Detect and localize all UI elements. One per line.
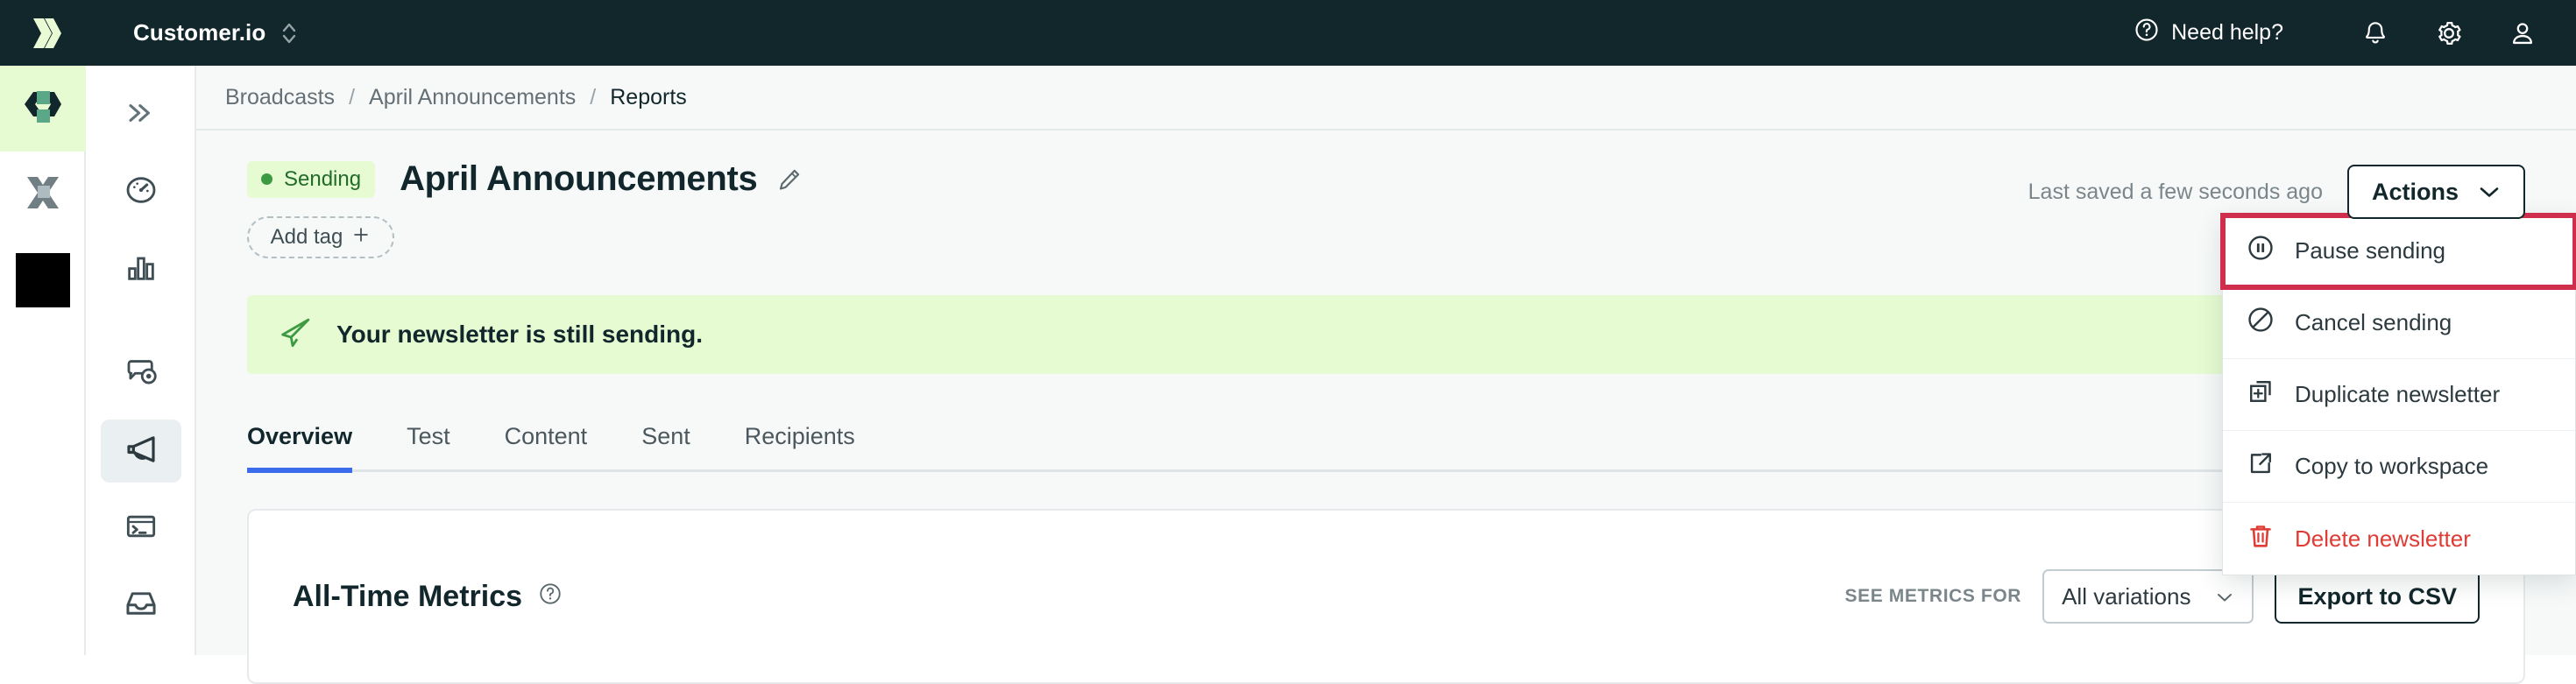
square-icon (16, 253, 70, 307)
actions-dropdown-menu: Pause sending Cancel sending Duplicate n… (2220, 213, 2576, 575)
pencil-icon[interactable] (776, 166, 803, 193)
tab-content[interactable]: Content (505, 423, 588, 473)
need-help-label: Need help? (2171, 20, 2283, 45)
user-icon[interactable] (2497, 8, 2548, 59)
menu-item-copy-to-workspace[interactable]: Copy to workspace (2223, 431, 2575, 503)
paper-plane-icon (277, 314, 314, 356)
variation-select[interactable]: All variations (2042, 569, 2254, 624)
nav-collapse-button[interactable] (86, 76, 196, 153)
nav-data[interactable] (86, 490, 196, 567)
menu-item-label: Pause sending (2295, 237, 2446, 264)
nav-divider-gap (86, 307, 195, 335)
main-area: Broadcasts / April Announcements / Repor… (196, 66, 2576, 684)
page-title-line: Sending April Announcements (247, 159, 803, 199)
breadcrumb-item-broadcasts[interactable]: Broadcasts (225, 85, 335, 110)
customerio-mark-icon (18, 85, 68, 133)
nav-broadcasts[interactable] (86, 413, 196, 490)
page-title: April Announcements (400, 159, 758, 198)
page-header-right: Last saved a few seconds ago Actions (2028, 159, 2525, 219)
ban-icon (2246, 305, 2275, 341)
add-tag-button[interactable]: Add tag (247, 216, 394, 258)
menu-item-delete-newsletter[interactable]: Delete newsletter (2223, 503, 2575, 575)
actions-label: Actions (2371, 178, 2459, 205)
card-title-group: All-Time Metrics (293, 580, 563, 614)
workspace-customerio[interactable] (0, 66, 86, 152)
question-circle-icon (2134, 17, 2160, 49)
tab-test[interactable]: Test (407, 423, 450, 473)
actions-button[interactable]: Actions (2346, 165, 2525, 219)
nav-dashboard[interactable] (86, 153, 196, 230)
nav-analytics[interactable] (86, 230, 196, 307)
nav-inbox[interactable] (86, 567, 196, 644)
chevron-down-icon (2215, 583, 2234, 610)
need-help-button[interactable]: Need help? (2134, 17, 2283, 49)
report-tabs: Overview Test Content Sent Recipients (247, 409, 2525, 473)
export-to-csv-button[interactable]: Export to CSV (2275, 569, 2480, 624)
breadcrumb-separator: / (590, 84, 597, 109)
breadcrumb-separator: / (349, 84, 356, 109)
external-link-icon (2246, 448, 2275, 484)
status-badge: Sending (247, 160, 376, 198)
message-eye-icon (123, 354, 159, 395)
breadcrumb: Broadcasts / April Announcements / Repor… (196, 66, 2576, 130)
workspace-x[interactable] (0, 152, 86, 237)
menu-item-pause-sending[interactable]: Pause sending (2220, 213, 2576, 290)
nav-journeys[interactable] (86, 335, 196, 413)
top-bar-actions: Need help? (2134, 8, 2576, 59)
menu-item-label: Copy to workspace (2295, 453, 2489, 479)
workspace-name[interactable]: Customer.io (133, 19, 265, 46)
bar-chart-icon (124, 250, 159, 289)
menu-item-cancel-sending[interactable]: Cancel sending (2223, 287, 2575, 359)
breadcrumb-item-reports: Reports (610, 84, 687, 109)
menu-item-label: Duplicate newsletter (2295, 381, 2501, 407)
top-bar: Customer.io Need help? (0, 0, 2576, 66)
card-controls: SEE METRICS FOR All variations Export to… (1845, 569, 2480, 624)
breadcrumb-item-april-announcements[interactable]: April Announcements (369, 85, 576, 110)
status-dot-icon (261, 173, 272, 185)
page-header-left: Sending April Announcements Add tag (247, 159, 803, 258)
tab-sent[interactable]: Sent (641, 423, 690, 473)
pause-circle-icon (2246, 233, 2275, 269)
all-time-metrics-card: All-Time Metrics SEE METRICS FOR All var… (247, 509, 2525, 684)
duplicate-plus-icon (2246, 377, 2275, 413)
last-saved-text: Last saved a few seconds ago (2028, 179, 2323, 204)
trash-icon (2246, 521, 2275, 557)
gear-icon[interactable] (2424, 8, 2474, 59)
megaphone-icon (123, 431, 159, 472)
terminal-icon (124, 509, 159, 548)
banner-text: Your newsletter is still sending. (336, 321, 704, 348)
add-tag-label: Add tag (270, 225, 343, 249)
sending-status-banner: Your newsletter is still sending. (247, 295, 2525, 374)
see-metrics-for-label: SEE METRICS FOR (1844, 586, 2022, 606)
workspace-black[interactable] (0, 237, 86, 323)
status-badge-label: Sending (284, 166, 362, 191)
variation-select-value: All variations (2062, 582, 2191, 610)
customerio-logo-icon[interactable] (25, 11, 70, 56)
menu-item-label: Cancel sending (2295, 309, 2452, 335)
gauge-icon (124, 173, 159, 212)
question-circle-icon[interactable] (538, 580, 563, 614)
chevron-down-icon (2478, 179, 2501, 206)
x-mark-icon (20, 170, 66, 220)
plus-icon (351, 225, 371, 250)
page-header: Sending April Announcements Add tag Last… (247, 130, 2576, 575)
chevrons-right-icon (125, 100, 157, 130)
menu-item-duplicate-newsletter[interactable]: Duplicate newsletter (2223, 359, 2575, 431)
menu-item-label: Delete newsletter (2295, 525, 2471, 552)
chevron-up-down-icon[interactable] (280, 18, 299, 48)
inbox-icon (123, 585, 159, 626)
nav-rail (86, 66, 196, 655)
bell-icon[interactable] (2350, 8, 2401, 59)
card-title: All-Time Metrics (293, 579, 523, 613)
workspace-rail (0, 66, 86, 655)
tab-recipients[interactable]: Recipients (745, 423, 855, 473)
page-body: Sending April Announcements Add tag Last… (196, 130, 2576, 684)
tab-overview[interactable]: Overview (247, 423, 353, 473)
